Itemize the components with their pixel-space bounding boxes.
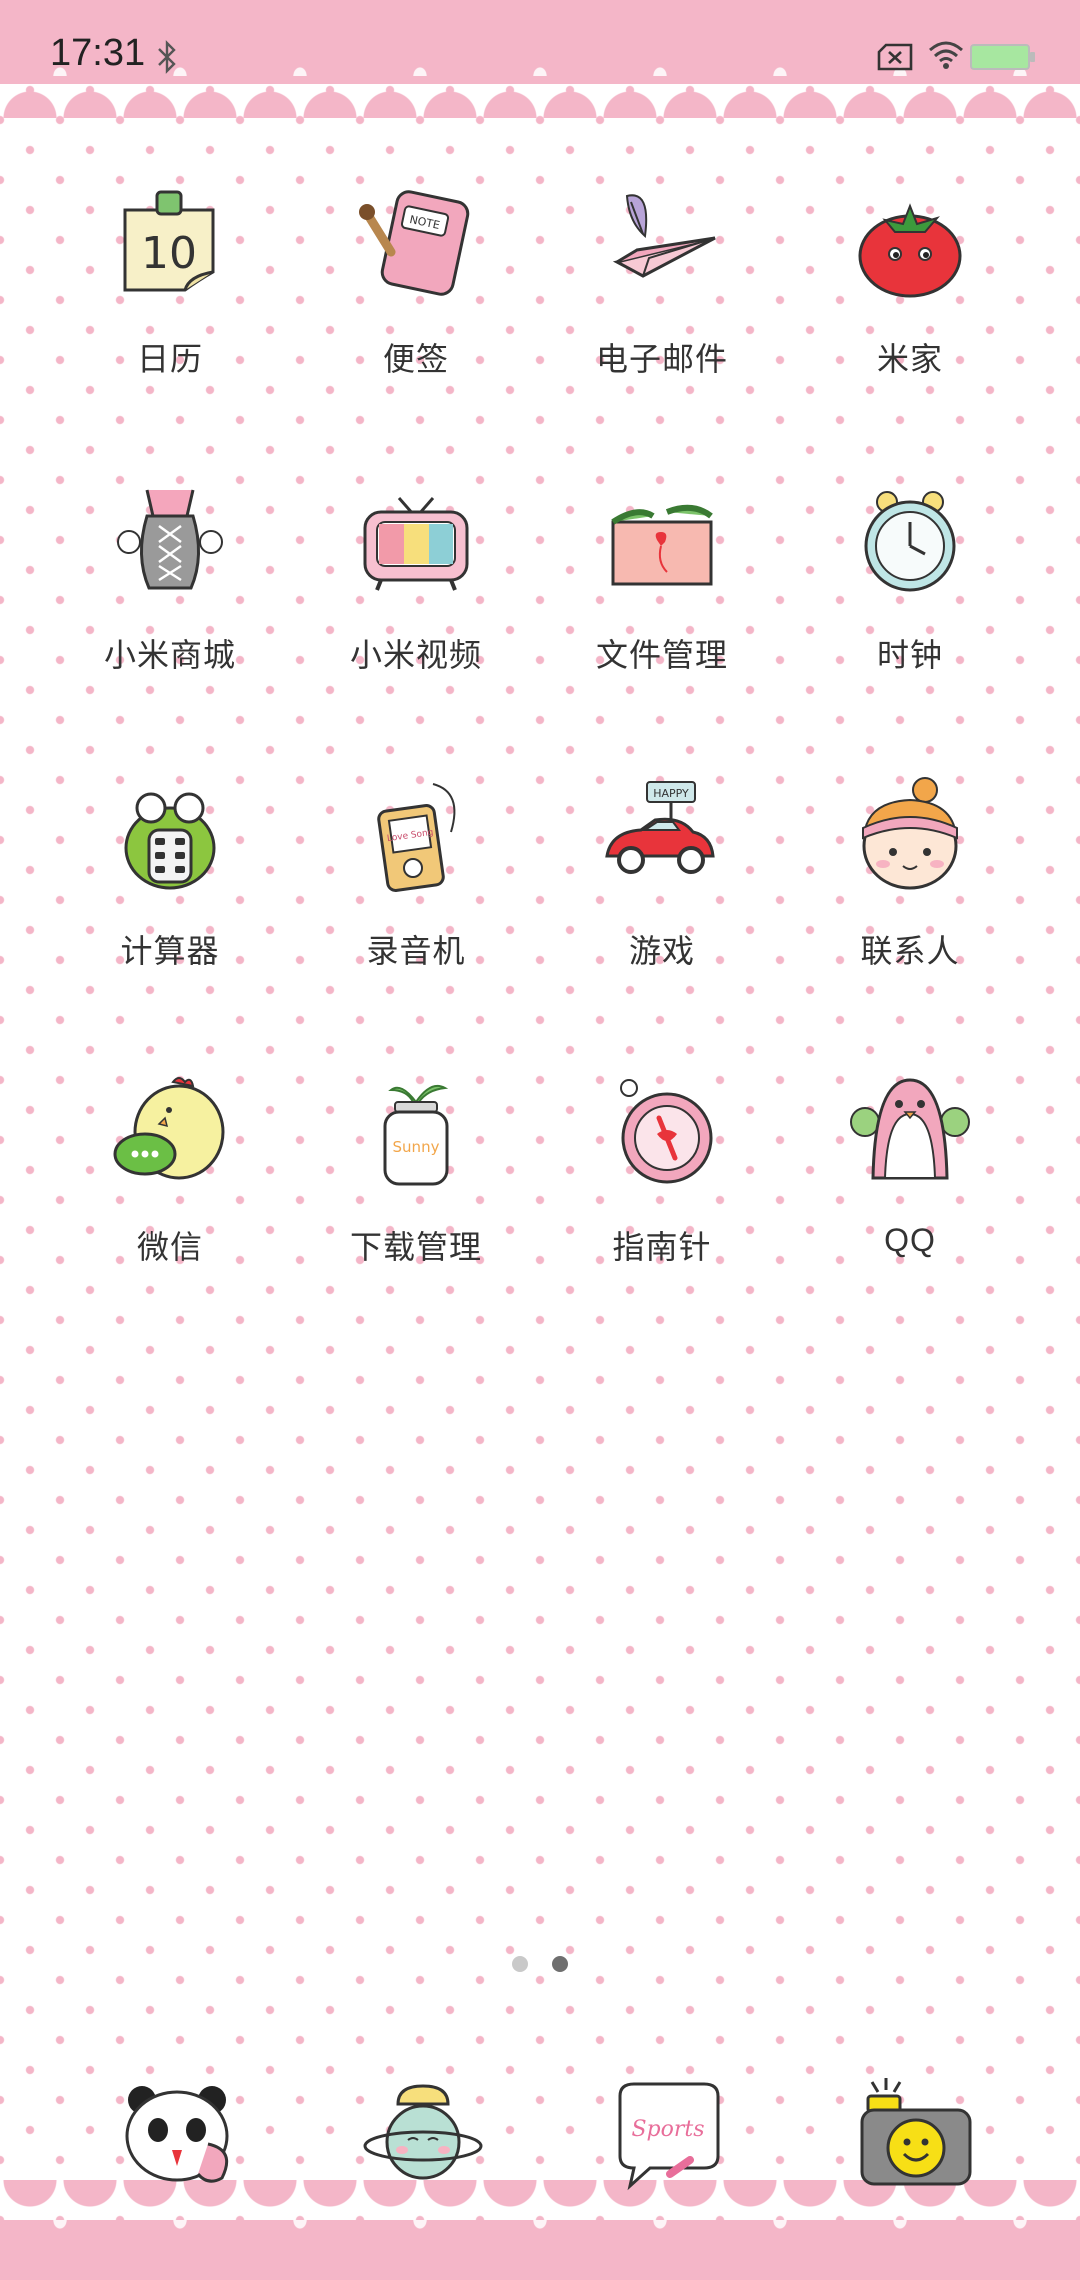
svg-text:10: 10 <box>141 228 197 279</box>
app-mijia[interactable]: 米家 <box>790 180 1030 420</box>
no-sim-icon <box>877 43 913 71</box>
app-download-manager[interactable]: Sunny 下载管理 <box>296 1068 536 1308</box>
app-label: QQ <box>884 1222 936 1258</box>
app-label: 游戏 <box>628 932 695 970</box>
battery-icon <box>970 44 1035 70</box>
email-icon <box>612 194 716 278</box>
app-mi-store[interactable]: 小米商城 <box>50 476 290 716</box>
mi-store-icon <box>117 489 223 590</box>
calendar-icon: 10 <box>123 190 215 292</box>
compass-icon <box>620 1079 713 1184</box>
app-games[interactable]: HAPPY 游戏 <box>542 772 782 1012</box>
page-indicator-dot-2-active[interactable] <box>552 1956 568 1972</box>
notes-icon: NOTE <box>359 190 470 296</box>
messages-planet-icon[interactable] <box>358 2070 488 2200</box>
qq-penguin-icon <box>850 1078 970 1180</box>
page-indicator-dot-1[interactable] <box>512 1956 528 1972</box>
phone-panda-icon[interactable] <box>112 2070 242 2200</box>
contacts-girl-icon <box>862 777 958 890</box>
app-email[interactable]: 电子邮件 <box>542 180 782 420</box>
status-bar: 17:31 <box>0 0 1080 118</box>
svg-text:Sports: Sports <box>631 2117 704 2142</box>
status-time: 17:31 <box>50 32 146 74</box>
mi-video-tv-icon <box>363 497 469 591</box>
app-label: 联系人 <box>860 932 960 970</box>
recorder-icon: Love Song <box>377 783 456 892</box>
app-label: 微信 <box>136 1228 203 1266</box>
app-qq[interactable]: QQ <box>790 1068 1030 1308</box>
app-label: 文件管理 <box>595 636 728 674</box>
app-label: 时钟 <box>876 636 943 674</box>
app-label: 日历 <box>136 340 203 378</box>
svg-text:Sunny: Sunny <box>393 1138 440 1156</box>
app-file-manager[interactable]: 文件管理 <box>542 476 782 716</box>
alarm-clock-icon <box>864 491 956 592</box>
app-mi-video[interactable]: 小米视频 <box>296 476 536 716</box>
app-recorder[interactable]: Love Song 录音机 <box>296 772 536 1012</box>
browser-speech-bubble-icon[interactable]: Sports <box>604 2070 734 2200</box>
calculator-frog-icon <box>124 792 216 890</box>
camera-smiley-icon[interactable] <box>852 2070 982 2200</box>
svg-text:HAPPY: HAPPY <box>653 787 689 800</box>
games-car-icon: HAPPY <box>605 781 715 874</box>
wifi-icon <box>929 41 963 69</box>
app-contacts[interactable]: 联系人 <box>790 772 1030 1012</box>
app-label: 下载管理 <box>349 1228 482 1266</box>
app-label: 米家 <box>876 340 943 378</box>
app-notes[interactable]: NOTE 便签 <box>296 180 536 420</box>
app-label: 录音机 <box>366 932 466 970</box>
file-manager-envelope-icon <box>611 504 713 586</box>
download-jar-icon: Sunny <box>383 1084 449 1186</box>
app-label: 小米视频 <box>349 636 482 674</box>
app-clock[interactable]: 时钟 <box>790 476 1030 716</box>
bluetooth-icon <box>158 40 176 74</box>
app-label: 指南针 <box>612 1228 712 1266</box>
app-label: 小米商城 <box>103 636 236 674</box>
app-wechat[interactable]: 微信 <box>50 1068 290 1308</box>
app-compass[interactable]: 指南针 <box>542 1068 782 1308</box>
app-calendar[interactable]: 10 日历 <box>50 180 290 420</box>
app-label: 计算器 <box>120 932 220 970</box>
wechat-chick-icon <box>113 1077 225 1180</box>
mijia-tomato-icon <box>858 203 962 298</box>
app-calculator[interactable]: 计算器 <box>50 772 290 1012</box>
app-label: 电子邮件 <box>595 340 728 378</box>
app-label: 便签 <box>382 340 449 378</box>
